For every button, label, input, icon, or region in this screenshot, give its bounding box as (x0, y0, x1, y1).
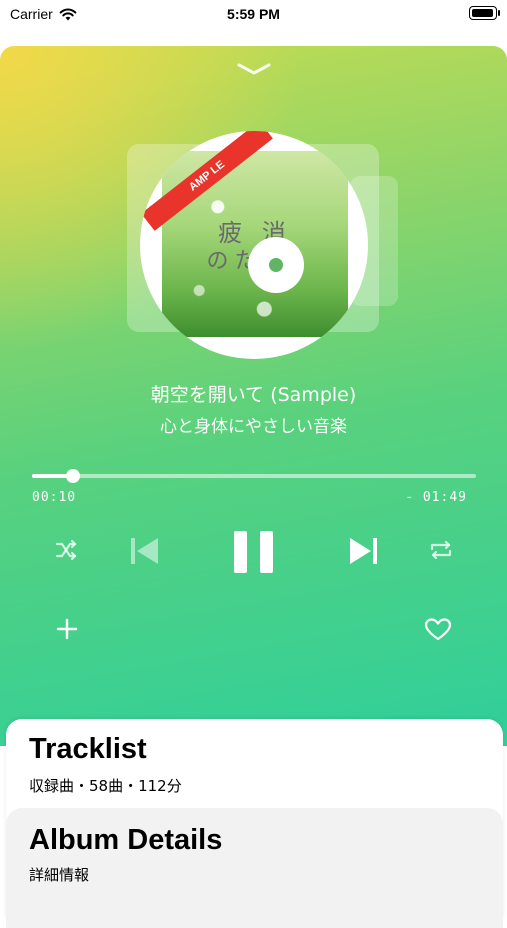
next-icon[interactable] (346, 534, 380, 568)
shuffle-icon[interactable] (54, 538, 78, 562)
pause-icon[interactable] (232, 529, 276, 575)
tracklist-subtitle: 収録曲・58曲・112分 (29, 777, 182, 795)
remaining-time: - 01:49 (405, 490, 467, 505)
elapsed-time: 00:10 (32, 490, 77, 505)
battery-icon (469, 6, 500, 20)
progress-slider[interactable] (32, 469, 476, 483)
heart-icon[interactable] (424, 618, 452, 642)
progress-thumb[interactable] (66, 469, 81, 483)
track-title: 朝空を開いて (Sample) (150, 384, 357, 406)
album-title[interactable]: 心と身体にやさしい音楽 (0, 412, 507, 437)
album-details-title: Album Details (29, 824, 223, 856)
album-artwork-disc: 疲 消 のた 楽 AMP LE (140, 131, 368, 359)
album-details-card[interactable]: Album Details 詳細情報 (6, 808, 503, 928)
tracklist-title: Tracklist (29, 733, 147, 765)
album-cover: 疲 消 のた 楽 AMP LE (141, 131, 348, 337)
repeat-icon[interactable] (428, 538, 454, 562)
now-playing-sheet: 疲 消 のた 楽 AMP LE 朝空を開いて (Sample) 心と身体にやさし… (0, 46, 507, 746)
disc-center-hole (248, 237, 304, 293)
status-time: 5:59 PM (227, 6, 280, 22)
album-details-subtitle: 詳細情報 (29, 866, 90, 884)
add-icon[interactable] (56, 618, 78, 640)
status-bar: Carrier 5:59 PM (0, 0, 507, 32)
chevron-down-icon[interactable] (236, 62, 272, 76)
previous-icon[interactable] (128, 534, 162, 568)
